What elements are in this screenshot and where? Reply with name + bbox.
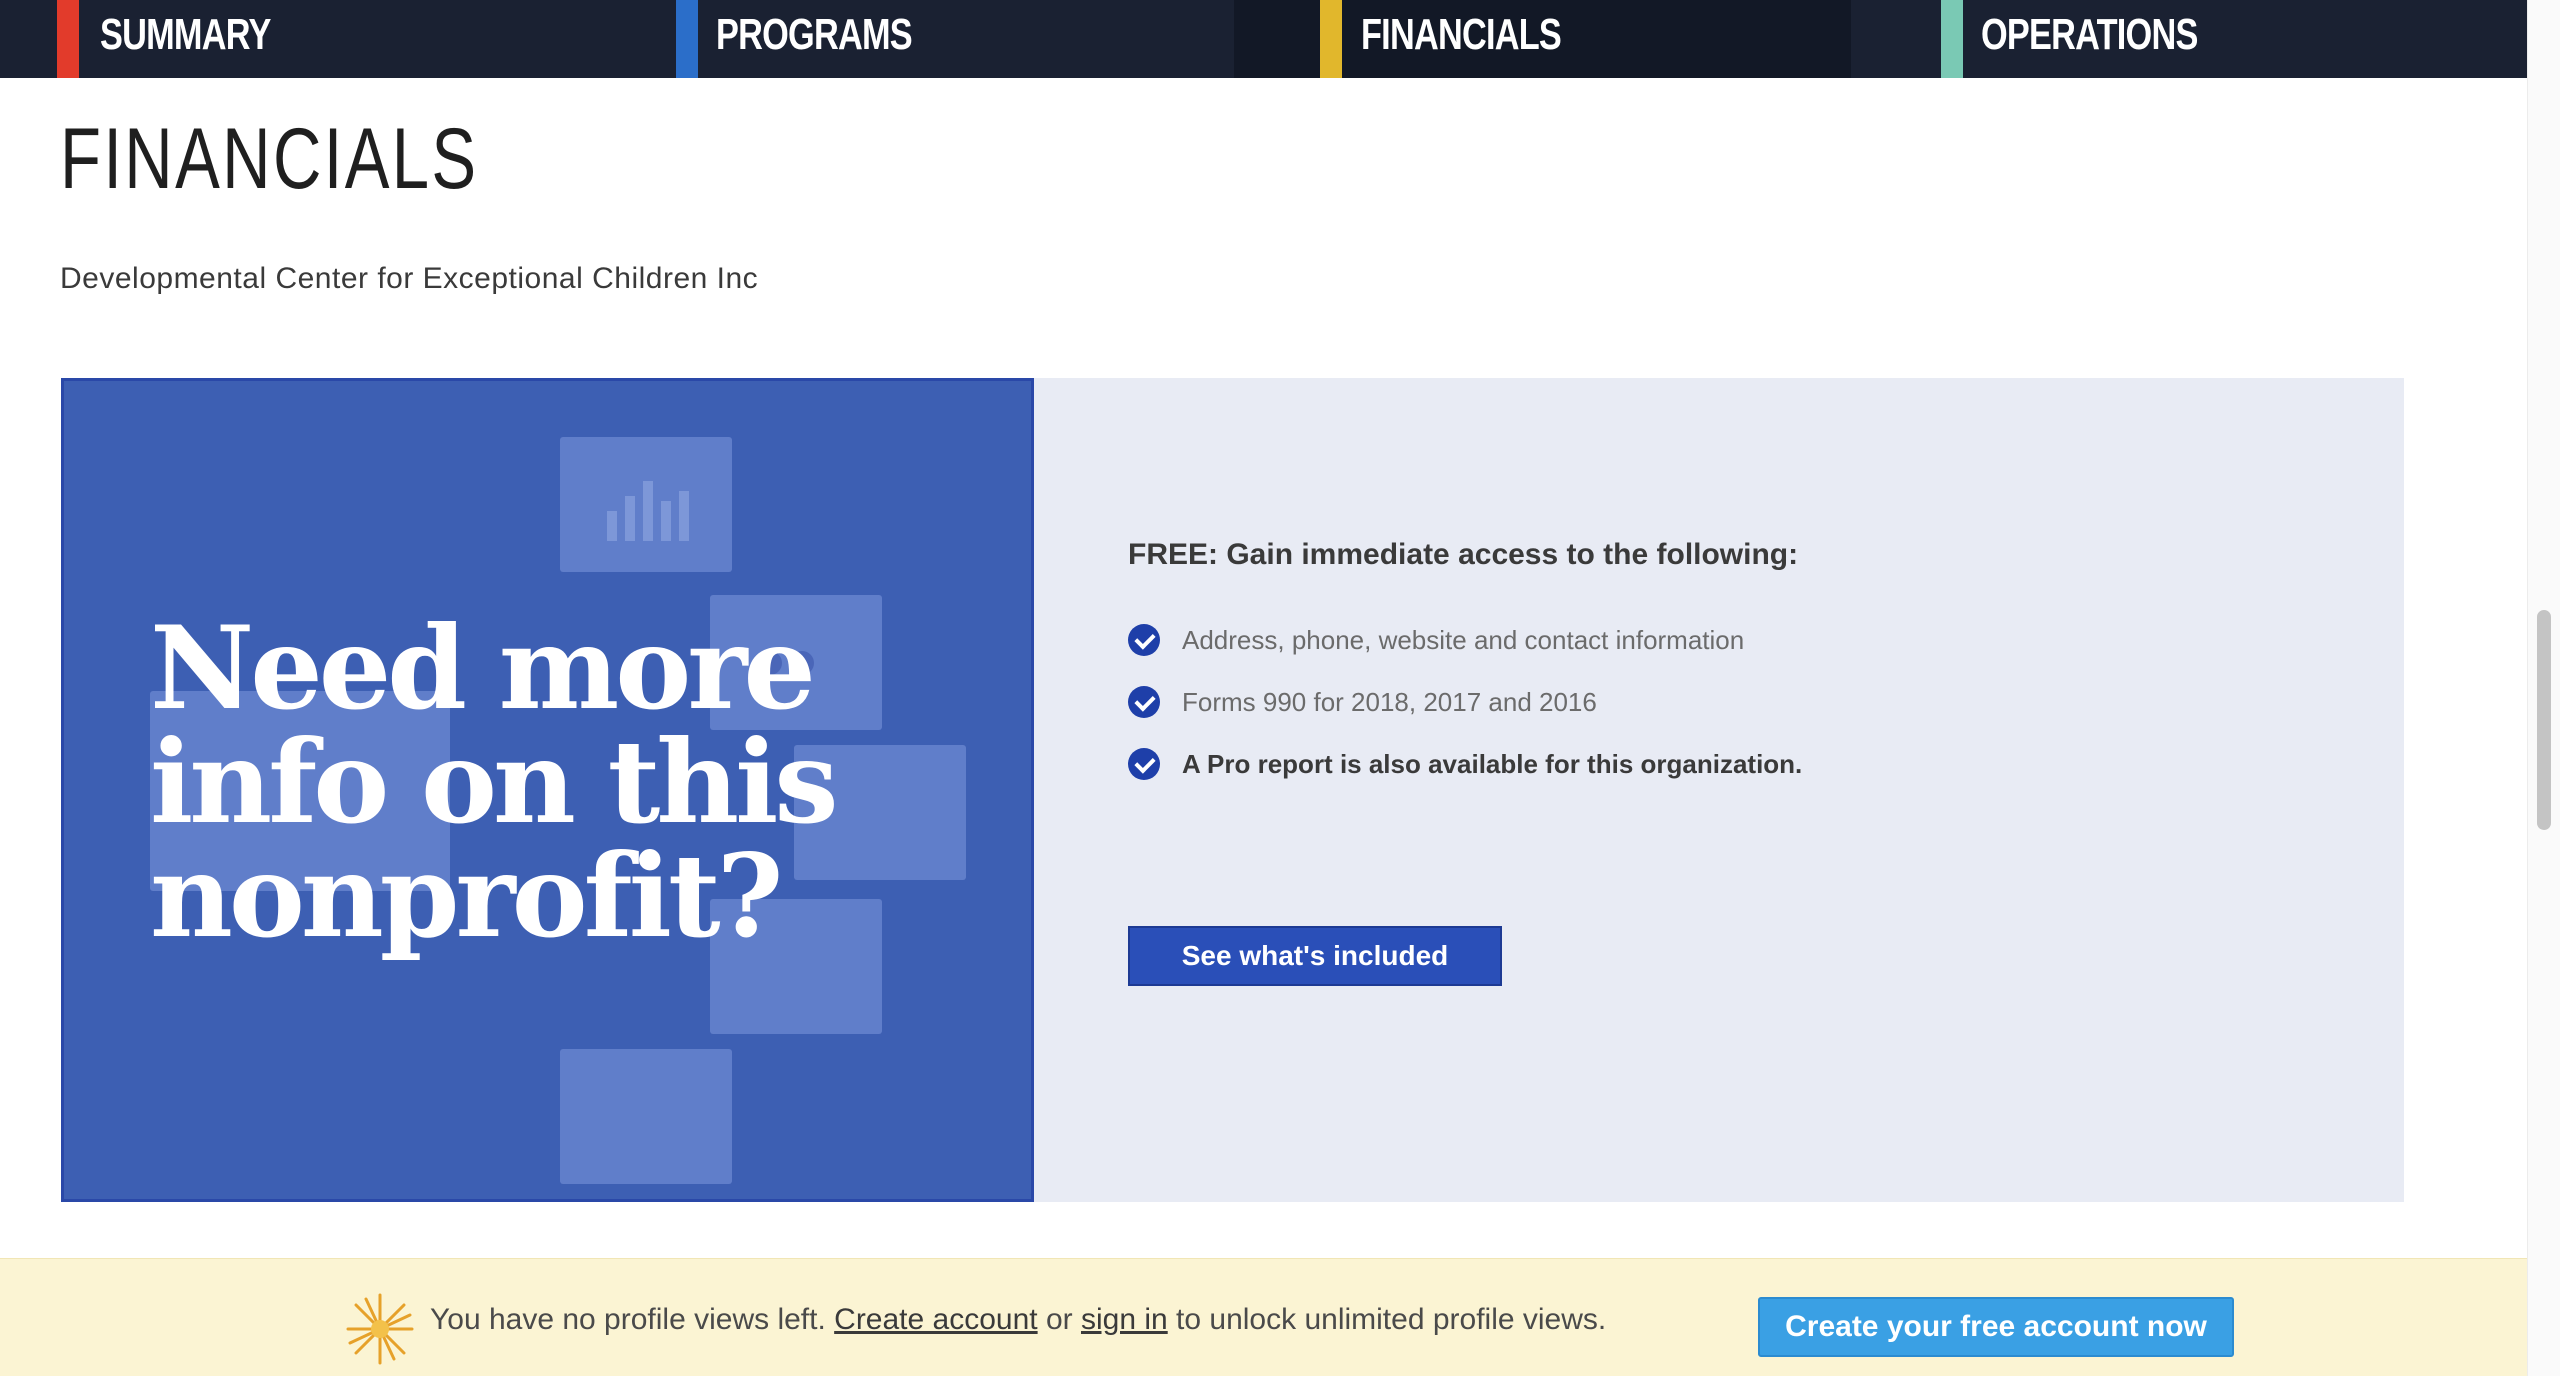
organization-name: Developmental Center for Exceptional Chi… <box>60 262 759 295</box>
promo-illustration-panel: Need more info on this nonprofit? <box>61 378 1034 1202</box>
banner-text: or <box>1045 1303 1073 1336</box>
tab-accent <box>676 0 698 78</box>
banner-message: You have no profile views left. Create a… <box>430 1303 1606 1337</box>
promo-benefits: FREE: Gain immediate access to the follo… <box>1128 538 2328 806</box>
tab-financials[interactable]: FINANCIALS <box>1234 0 1851 78</box>
tab-accent <box>1320 0 1342 78</box>
sparkle-icon <box>346 1293 414 1365</box>
benefit-text: Address, phone, website and contact info… <box>1182 624 1745 655</box>
tab-accent <box>1941 0 1963 78</box>
banner-text: You have no profile views left. <box>430 1303 826 1336</box>
benefit-item: A Pro report is also available for this … <box>1128 744 2328 784</box>
section-nav: SUMMARY PROGRAMS FINANCIALS OPERATIONS <box>0 0 2527 78</box>
page-title: FINANCIALS <box>60 111 479 207</box>
check-circle-icon <box>1128 686 1160 718</box>
upgrade-promo-card: Need more info on this nonprofit? FREE: … <box>61 378 2404 1202</box>
check-circle-icon <box>1128 624 1160 656</box>
tab-operations[interactable]: OPERATIONS <box>1851 0 2468 78</box>
benefit-item: Forms 990 for 2018, 2017 and 2016 <box>1128 682 2328 722</box>
create-account-link[interactable]: Create account <box>834 1303 1037 1336</box>
document-illustration <box>560 1049 732 1184</box>
tab-label: PROGRAMS <box>716 10 913 59</box>
create-free-account-button[interactable]: Create your free account now <box>1758 1297 2234 1357</box>
free-access-heading: FREE: Gain immediate access to the follo… <box>1128 538 1799 571</box>
sign-in-link[interactable]: sign in <box>1081 1303 1168 1336</box>
check-circle-icon <box>1128 748 1160 780</box>
banner-text: to unlock unlimited profile views. <box>1176 1303 1607 1336</box>
vertical-scrollbar[interactable] <box>2527 0 2560 1376</box>
tab-label: SUMMARY <box>100 10 271 59</box>
bar-chart-icon <box>607 481 689 541</box>
profile-views-banner: You have no profile views left. Create a… <box>0 1258 2527 1376</box>
scrollbar-thumb[interactable] <box>2537 610 2551 830</box>
tab-label: OPERATIONS <box>1981 10 2198 59</box>
tab-summary[interactable]: SUMMARY <box>0 0 617 78</box>
benefit-text: A Pro report is also available for this … <box>1182 748 1803 779</box>
see-whats-included-button[interactable]: See what's included <box>1128 926 1502 986</box>
tab-label: FINANCIALS <box>1361 10 1562 59</box>
tab-programs[interactable]: PROGRAMS <box>617 0 1234 78</box>
benefit-text: Forms 990 for 2018, 2017 and 2016 <box>1182 686 1597 717</box>
promo-headline: Need more info on this nonprofit? <box>150 601 839 963</box>
benefit-item: Address, phone, website and contact info… <box>1128 620 2328 660</box>
tab-accent <box>57 0 79 78</box>
